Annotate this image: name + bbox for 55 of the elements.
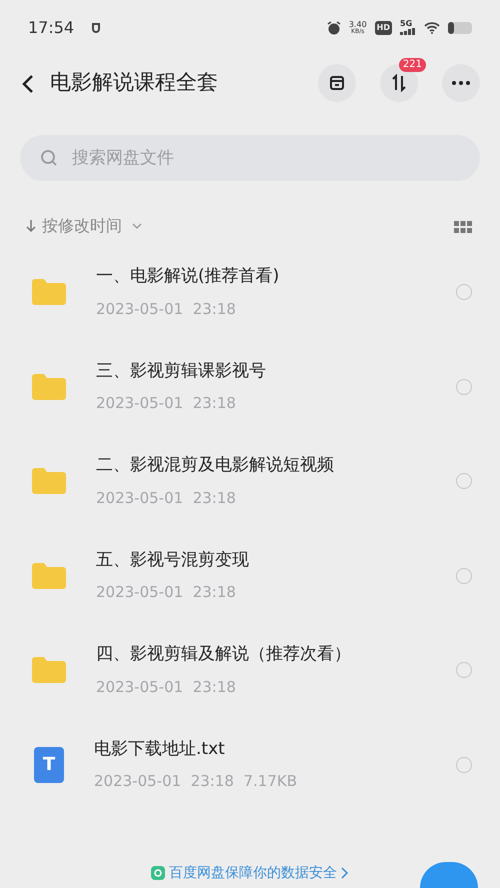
file-row[interactable]: 一、电影解说(推荐首看) 2023-05-01 23:18 <box>0 245 500 340</box>
file-name: 一、电影解说(推荐首看) <box>96 265 280 288</box>
status-time: 17:54 <box>28 16 74 38</box>
archive-icon <box>329 75 345 91</box>
select-radio[interactable] <box>456 378 472 395</box>
file-row[interactable]: 二、影视混剪及电影解说短视频 2023-05-01 23:18 <box>0 434 500 528</box>
file-row[interactable]: 五、影视号混剪变现 2023-05-01 23:18 <box>0 528 500 623</box>
file-name: 五、影视号混剪变现 <box>96 548 250 572</box>
alarm-icon <box>326 20 341 34</box>
shield-icon <box>151 866 165 880</box>
grid-icon <box>454 220 472 233</box>
wifi-icon <box>424 21 440 34</box>
folder-icon <box>32 562 66 589</box>
select-radio[interactable] <box>456 568 472 584</box>
folder-icon <box>32 279 66 306</box>
file-info: 2023-05-01 23:18 <box>96 488 237 509</box>
file-info: 2023-05-01 23:18 <box>96 582 237 604</box>
select-radio[interactable] <box>456 662 472 678</box>
file-row[interactable]: 四、影视剪辑及解说（推荐次看） 2023-05-01 23:18 <box>0 623 500 718</box>
folder-title: 电影解说课程全套 <box>50 69 219 96</box>
select-radio[interactable] <box>456 473 472 490</box>
file-info: 2023-05-01 23:18 <box>96 393 237 414</box>
file-name: 二、影视混剪及电影解说短视频 <box>96 454 335 478</box>
back-icon <box>22 74 34 94</box>
notification-icon <box>90 22 102 34</box>
search-field[interactable]: 搜索网盘文件 <box>20 135 480 181</box>
transfer-icon <box>390 74 408 92</box>
text-file-icon: T <box>34 746 64 783</box>
file-name: 四、影视剪辑及解说（推荐次看） <box>96 643 352 666</box>
select-radio[interactable] <box>456 284 472 300</box>
file-info: 2023-05-01 23:18 7.17KB <box>94 771 298 792</box>
folder-icon <box>32 657 66 684</box>
more-icon <box>452 81 470 85</box>
file-row[interactable]: 三、影视剪辑课影视号 2023-05-01 23:18 <box>0 340 500 434</box>
chevron-right-icon <box>341 867 349 879</box>
network-type: 5G <box>400 20 414 28</box>
hd-indicator: HD <box>374 20 392 34</box>
transfer-count-badge: 221 <box>398 58 426 72</box>
folder-icon <box>32 468 66 494</box>
file-info: 2023-05-01 23:18 <box>96 298 237 320</box>
file-row[interactable]: T 电影下载地址.txt 2023-05-01 23:18 7.17KB <box>0 718 500 812</box>
select-radio[interactable] <box>456 756 472 773</box>
file-info: 2023-05-01 23:18 <box>96 676 237 698</box>
network-speed: 3.40 <box>348 20 367 28</box>
file-name: 三、影视剪辑课影视号 <box>96 360 267 383</box>
floating-action-button[interactable] <box>420 862 478 888</box>
search-icon <box>40 149 58 167</box>
signal-icon <box>400 28 416 35</box>
arrow-down-icon <box>26 219 36 233</box>
archive-button[interactable] <box>318 64 356 102</box>
folder-icon <box>32 374 66 400</box>
battery-icon <box>448 22 472 34</box>
caret-icon <box>132 223 142 229</box>
more-button[interactable] <box>442 64 480 102</box>
file-name: 电影下载地址.txt <box>94 738 226 761</box>
